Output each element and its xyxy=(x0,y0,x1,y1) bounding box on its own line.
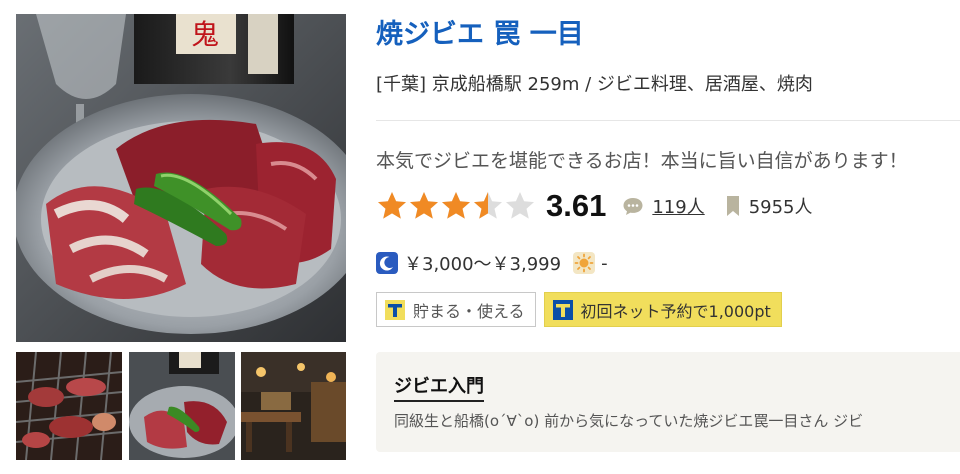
grilled-meat-plate-image: 鬼 xyxy=(16,14,346,342)
bookmark-icon xyxy=(726,196,739,216)
tpoint-badge: 貯まる・使える xyxy=(376,292,536,327)
star-icon xyxy=(442,192,470,219)
catch-copy: 本気でジビエを堪能できるお店！本当に旨い自信があります！ xyxy=(376,150,908,172)
restaurant-interior-image xyxy=(241,352,346,460)
review-count-link[interactable]: 119人 xyxy=(652,193,704,219)
review-title: ジビエ入門 xyxy=(394,372,484,402)
star-icon xyxy=(378,192,406,219)
svg-text:鬼: 鬼 xyxy=(191,18,219,51)
net-reservation-badge[interactable]: 初回ネット予約で1,000pt xyxy=(543,292,782,327)
review-excerpt: 同級生と船橋(o´∀`o) 前から気になっていた焼ジビエ罠一目さん ジビ xyxy=(394,412,864,430)
point-badges: 貯まる・使える 初回ネット予約で1,000pt xyxy=(376,292,782,327)
net-reservation-badge-label: 初回ネット予約で1,000pt xyxy=(580,301,771,321)
grill-image xyxy=(16,352,122,460)
budget-row: ￥3,000～￥3,999 - xyxy=(376,250,608,276)
star-rating xyxy=(376,190,536,222)
bookmark-count: 5955人 xyxy=(748,197,813,218)
tpoint-logo-icon xyxy=(552,299,573,320)
review-card[interactable]: ジビエ入門 同級生と船橋(o´∀`o) 前から気になっていた焼ジビエ罠一目さん … xyxy=(376,352,960,452)
rating-score: 3.61 xyxy=(546,188,607,223)
star-icon xyxy=(410,192,438,219)
shop-area-genre: [千葉] 京成船橋駅 259m / ジビエ料理、居酒屋、焼肉 xyxy=(376,74,813,95)
main-photo[interactable]: 鬼 xyxy=(16,14,346,342)
star-icon xyxy=(506,192,534,219)
tpoint-logo-icon xyxy=(385,299,405,320)
dinner-budget: ￥3,000～￥3,999 xyxy=(404,254,562,275)
divider xyxy=(376,120,960,121)
thumbnail-photo-interior[interactable] xyxy=(241,352,346,460)
comment-icon xyxy=(623,198,643,215)
lunch-budget: - xyxy=(601,252,608,274)
tpoint-badge-label: 貯まる・使える xyxy=(413,301,525,321)
thumbnail-photo-grill[interactable] xyxy=(16,352,122,460)
star-icon xyxy=(474,192,502,219)
sun-icon xyxy=(573,252,596,274)
shop-name-link[interactable]: 焼ジビエ 罠 一目 xyxy=(376,12,584,51)
rating-row: 3.61 119人 5955人 xyxy=(376,184,813,228)
moon-icon xyxy=(376,252,398,274)
meat-plate-image xyxy=(129,352,235,460)
thumbnail-photo-plate[interactable] xyxy=(129,352,235,460)
